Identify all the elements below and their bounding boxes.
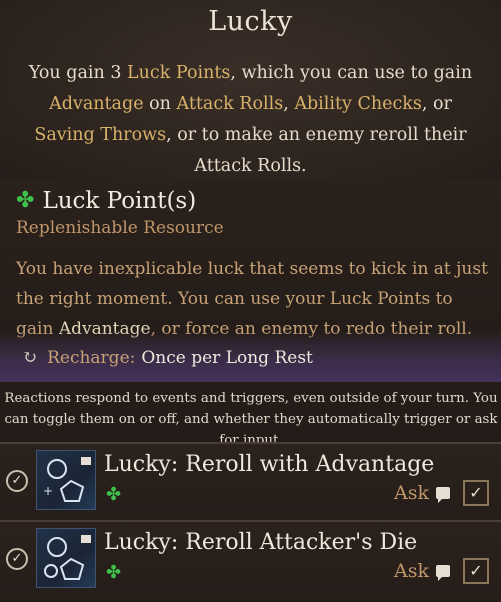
resource-subtitle: Replenishable Resource [16,218,224,238]
summary-text: on [143,94,177,114]
resource-header: ✤ Luck Point(s) [16,186,196,216]
feat-title: Lucky [208,6,293,37]
reaction-enable-checkbox[interactable]: ✓ [463,480,489,506]
lucky-tooltip-panel: Lucky You gain 3 Luck Points, which you … [0,0,501,602]
reaction-row[interactable]: ✓ + Lucky: Reroll with Advantage ✤ Ask ✓ [0,442,501,524]
reaction-title: Lucky: Reroll with Advantage [104,452,435,477]
reroll-dice-icon: + [36,450,96,510]
keyword-highlight: Luck Points [127,63,231,83]
recharge-value: Once per Long Rest [141,347,313,368]
keyword-highlight: Ability Checks [294,94,422,114]
keyword-highlight: Advantage [49,94,144,114]
summary-text: , which you can use to gain [230,63,473,83]
reaction-title: Lucky: Reroll Attacker's Die [104,530,418,555]
speech-bubble-icon [436,565,450,581]
clover-icon: ✤ [106,562,122,583]
reaction-toggle-button[interactable]: ✓ [6,548,28,570]
reaction-enable-checkbox[interactable]: ✓ [463,558,489,584]
clover-icon: ✤ [16,188,35,213]
keyword-highlight: Saving Throws [34,125,167,145]
summary-text: , or [421,94,452,114]
reaction-row[interactable]: ✓ Lucky: Reroll Attacker's Die ✤ Ask ✓ [0,520,501,602]
feat-summary: You gain 3 Luck Points, which you can us… [24,58,477,182]
recharge-line: ↻ Recharge: Once per Long Rest [22,347,313,368]
summary-text: You gain 3 [28,63,128,83]
summary-text: , or to make an enemy reroll their Attac… [166,125,467,176]
summary-text: , [283,94,295,114]
keyword-highlight: Attack Rolls [176,94,284,114]
svg-text:+: + [43,484,53,498]
resource-title: Luck Point(s) [42,188,197,214]
recharge-icon: ↻ [22,347,38,368]
reaction-mode-label[interactable]: Ask [394,560,429,582]
reaction-mode-label[interactable]: Ask [394,482,429,504]
reaction-toggle-button[interactable]: ✓ [6,470,28,492]
tooltip-header: Lucky You gain 3 Luck Points, which you … [0,0,501,180]
speech-bubble-icon [436,487,450,503]
recharge-label: Recharge: [47,347,136,368]
clover-icon: ✤ [106,484,122,505]
reroll-dice-icon [36,528,96,588]
